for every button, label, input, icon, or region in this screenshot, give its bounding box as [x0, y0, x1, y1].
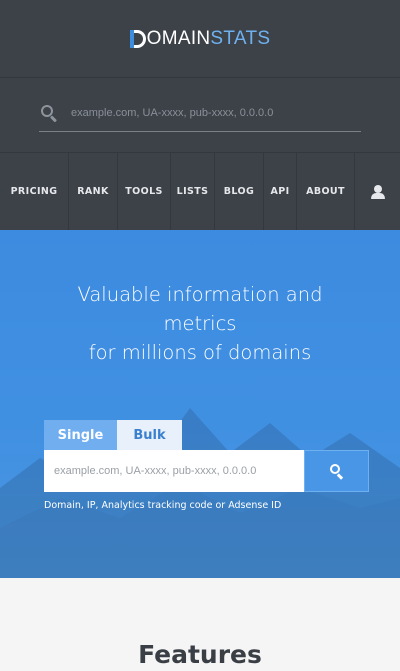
features-section: Features [0, 578, 400, 671]
features-heading: Features [138, 640, 262, 669]
lookup-search-button[interactable] [304, 450, 369, 492]
header-search-input[interactable] [71, 106, 361, 119]
site-header: OMAIN STATS PRICING RANK TOOLS LISTS BLO… [0, 0, 400, 230]
nav-item-pricing[interactable]: PRICING [0, 153, 69, 230]
logo-d-mark-icon [129, 29, 146, 48]
nav-item-account[interactable] [355, 153, 400, 230]
nav-item-blog[interactable]: BLOG [215, 153, 264, 230]
tab-bulk[interactable]: Bulk [117, 420, 182, 450]
logo-text-stats: STATS [210, 27, 271, 49]
user-icon [370, 184, 385, 199]
nav-item-rank[interactable]: RANK [69, 153, 118, 230]
logo-bar: OMAIN STATS [0, 0, 400, 78]
nav-item-api[interactable]: API [264, 153, 297, 230]
main-nav: PRICING RANK TOOLS LISTS BLOG API ABOUT [0, 153, 400, 230]
nav-item-tools[interactable]: TOOLS [118, 153, 171, 230]
domain-lookup-input[interactable] [44, 450, 304, 492]
tab-single[interactable]: Single [44, 420, 117, 450]
logo-text-main: OMAIN [146, 27, 211, 49]
search-icon [329, 464, 344, 480]
search-icon[interactable] [39, 104, 63, 123]
hero-title-line-3: for millions of domains [88, 341, 312, 364]
hero-title-line-1: Valuable information and [77, 283, 323, 306]
site-logo[interactable]: OMAIN STATS [129, 27, 271, 50]
hero-title: Valuable information and metrics for mil… [0, 280, 400, 367]
nav-item-about[interactable]: ABOUT [297, 153, 355, 230]
lookup-hint-text: Domain, IP, Analytics tracking code or A… [44, 500, 282, 511]
nav-item-lists[interactable]: LISTS [171, 153, 215, 230]
header-search-field [39, 104, 361, 132]
domain-lookup-form [44, 450, 369, 492]
hero-section: Valuable information and metrics for mil… [0, 230, 400, 578]
header-search-bar [0, 78, 400, 153]
hero-title-line-2: metrics [163, 312, 237, 335]
lookup-tabs: Single Bulk [44, 420, 182, 450]
